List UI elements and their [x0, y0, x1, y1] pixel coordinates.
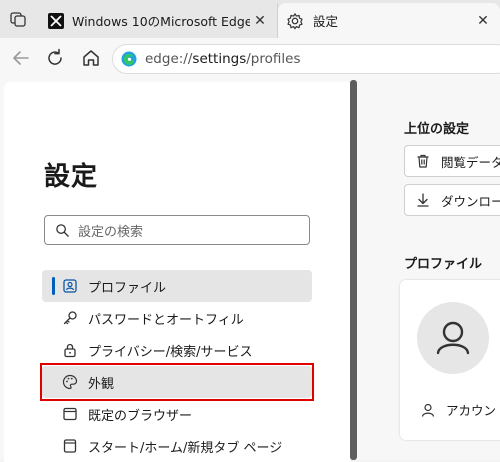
browser-icon — [63, 407, 77, 421]
tab-settings[interactable]: 設定 ✕ — [278, 3, 500, 38]
back-arrow-icon[interactable] — [10, 47, 32, 69]
close-icon[interactable]: ✕ — [473, 13, 493, 29]
browsing-data-button[interactable]: 閲覧データ — [404, 145, 500, 177]
search-icon — [56, 223, 69, 237]
sidebar-item-start-home[interactable]: スタート/ホーム/新規タブ ページ — [42, 430, 312, 462]
sidebar-item-label: スタート/ホーム/新規タブ ページ — [88, 440, 283, 456]
download-icon — [417, 193, 429, 207]
toolbar: edge://settings/profiles — [0, 38, 500, 80]
refresh-icon[interactable] — [44, 47, 66, 69]
sidebar-item-label: 既定のブラウザー — [88, 408, 193, 424]
downloads-button[interactable]: ダウンロード — [404, 184, 500, 216]
person-icon — [421, 403, 435, 417]
tab-title: Windows 10のMicrosoft Edgeでウィ — [72, 14, 250, 29]
sidebar-item-label: プロファイル — [88, 280, 167, 296]
site-favicon-icon — [48, 12, 64, 29]
search-input[interactable]: 設定の検索 — [44, 215, 310, 245]
search-placeholder: 設定の検索 — [78, 224, 144, 240]
button-label: ダウンロード — [441, 193, 500, 209]
tab-title: 設定 — [313, 14, 339, 29]
profile-icon — [63, 279, 77, 293]
key-icon — [63, 311, 77, 325]
trash-icon — [417, 154, 429, 168]
sidebar-item-label: プライバシー/検索/サービス — [88, 344, 253, 360]
highlight-box — [40, 363, 314, 401]
sidebar-item-profiles[interactable]: プロファイル — [42, 270, 312, 302]
profiles-heading: プロファイル — [404, 257, 483, 272]
profile-card: アカウント — [400, 280, 500, 440]
close-icon[interactable]: ✕ — [250, 13, 270, 29]
url-text: edge://settings/profiles — [145, 51, 301, 67]
edge-logo-icon — [121, 51, 137, 67]
home-icon[interactable] — [80, 47, 102, 69]
sidebar-item-passwords[interactable]: パスワードとオートフィル — [42, 302, 312, 334]
account-label: アカウント — [446, 403, 500, 418]
avatar[interactable] — [417, 302, 489, 374]
address-bar[interactable]: edge://settings/profiles — [112, 44, 500, 74]
account-row[interactable]: アカウント — [420, 400, 500, 419]
sidebar-item-label: パスワードとオートフィル — [88, 312, 244, 328]
tab-edge-article[interactable]: Windows 10のMicrosoft Edgeでウィ ✕ — [38, 3, 278, 38]
tab-strip: Windows 10のMicrosoft Edgeでウィ ✕ 設定 ✕ — [0, 0, 500, 38]
sidebar-item-default-browser[interactable]: 既定のブラウザー — [42, 398, 312, 430]
top-settings-heading: 上位の設定 — [404, 122, 470, 137]
lock-icon — [64, 343, 76, 358]
page-title: 設定 — [44, 162, 99, 192]
sidebar-scrollbar[interactable] — [350, 80, 357, 460]
tab-actions-icon[interactable] — [8, 9, 28, 29]
home-page-icon — [63, 439, 77, 453]
sidebar-item-privacy[interactable]: プライバシー/検索/サービス — [42, 334, 312, 366]
gear-icon — [287, 12, 303, 29]
button-label: 閲覧データ — [441, 154, 500, 170]
